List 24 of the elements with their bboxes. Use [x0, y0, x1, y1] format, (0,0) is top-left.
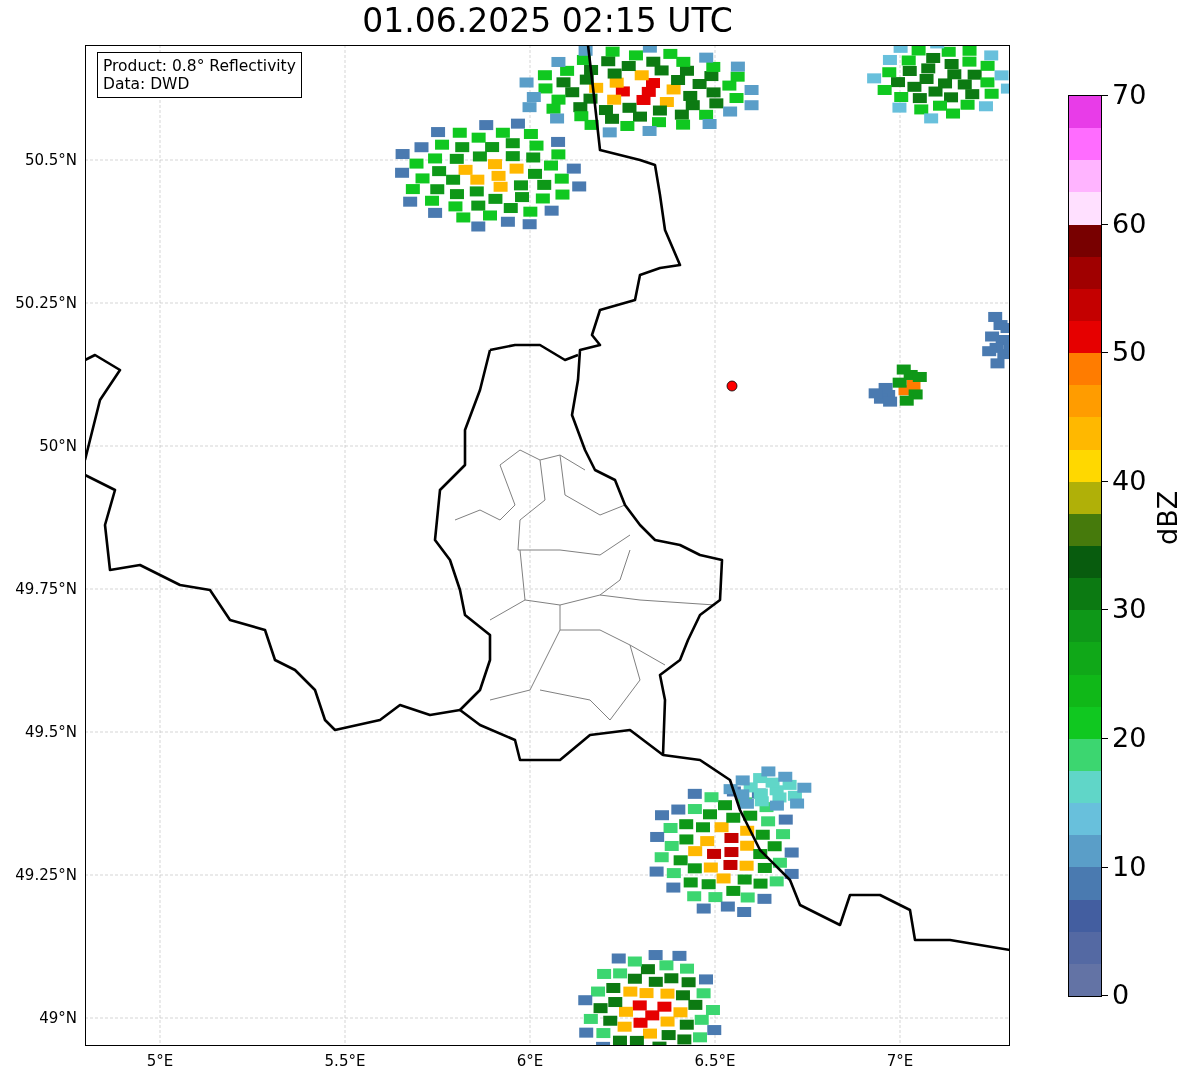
scale-label: 70	[1102, 80, 1147, 110]
latitude-label: 49.25°N	[15, 866, 77, 884]
longitude-label: 5.5°E	[324, 1052, 366, 1070]
longitude-label: 6.5°E	[694, 1052, 736, 1070]
scale-label: 60	[1102, 208, 1147, 239]
longitude-label: 6°E	[516, 1052, 544, 1070]
info-text: Product: 0.8° Reflectivity	[103, 57, 296, 75]
longitude-label: 5°E	[146, 1052, 174, 1070]
scale-label: 0	[1102, 980, 1130, 1011]
scale-label: 10	[1102, 851, 1147, 882]
scale-label: 20	[1102, 723, 1147, 753]
latitude-label: 50.25°N	[15, 294, 77, 312]
latitude-label: 49°N	[39, 1009, 77, 1027]
scale-label: 30	[1102, 594, 1147, 625]
latitude-label: 49.75°N	[15, 580, 77, 598]
latitude-label: 49.5°N	[24, 723, 77, 741]
latitude-label: 50.5°N	[24, 151, 77, 169]
axis-label: dBZ	[1152, 490, 1183, 545]
info-text: Data: DWD	[103, 75, 191, 93]
chart-title: 01.06.2025 02:15 UTC	[362, 0, 733, 42]
longitude-label: 7°E	[886, 1052, 914, 1070]
scale-label: 50	[1102, 337, 1147, 368]
latitude-label: 50°N	[39, 437, 77, 455]
scale-label: 40	[1102, 465, 1147, 496]
